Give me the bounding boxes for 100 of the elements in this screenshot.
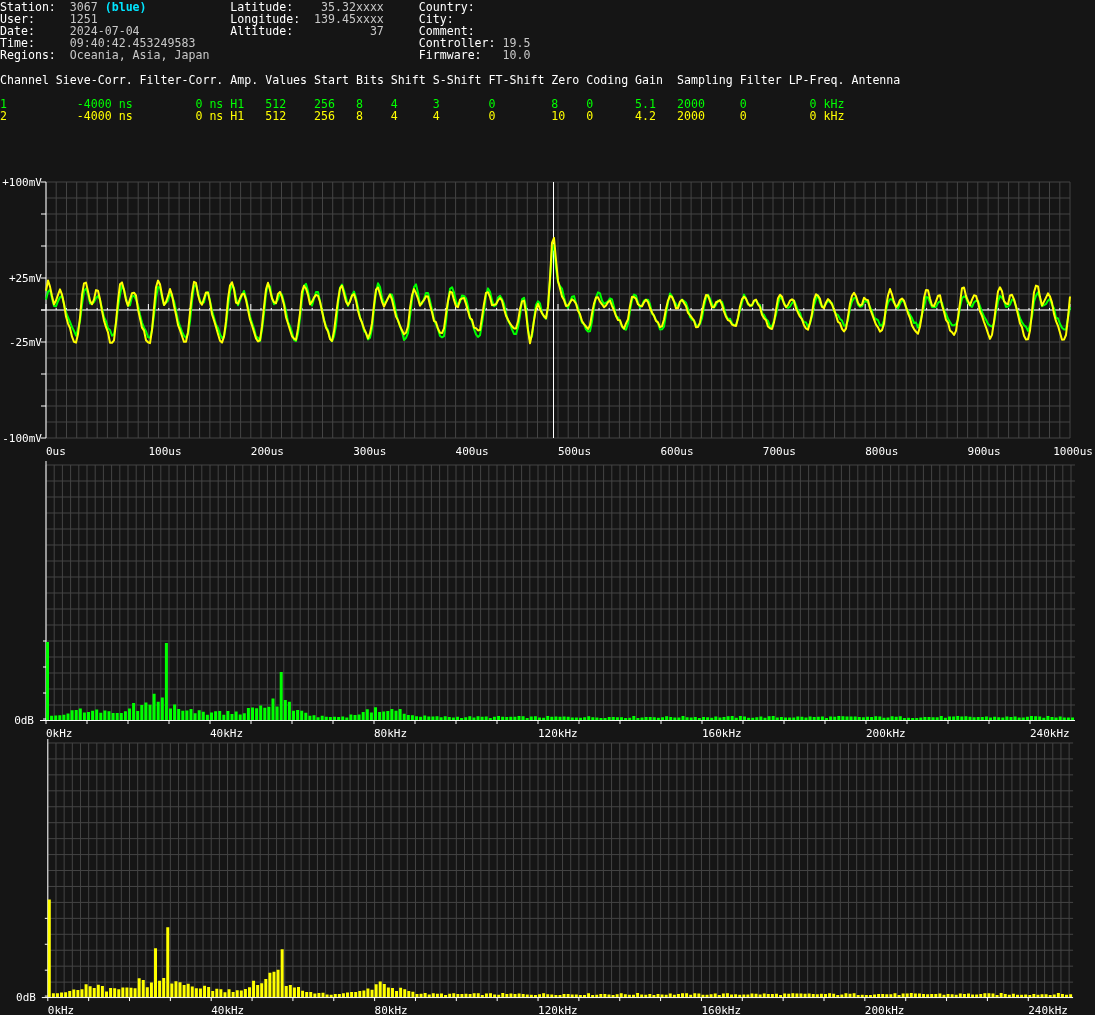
info-label: City: <box>418 13 454 25</box>
table-cell: 0 <box>586 97 594 111</box>
table-cell: 256 <box>314 109 335 123</box>
table-cell: 8 <box>551 97 559 111</box>
table-cell: 4 <box>390 109 398 123</box>
axis-label: 120kHz <box>538 727 578 739</box>
axis-label: 500us <box>558 445 592 458</box>
axis-label: 400us <box>455 445 489 458</box>
axis-label: 0dB <box>14 714 34 727</box>
column-header: Filter-Corr. <box>139 74 225 86</box>
info-label: Station: <box>0 1 57 13</box>
axis-label: 0us <box>46 445 66 458</box>
axis-label: 240kHz <box>1030 727 1070 739</box>
info-label: User: <box>0 13 36 25</box>
axis-label: 300us <box>353 445 387 458</box>
info-label: Altitude: <box>230 25 294 37</box>
table-cell: 0 <box>739 97 747 111</box>
axis-label: 900us <box>967 445 1001 458</box>
table-cell: 0 <box>488 97 496 111</box>
table-cell: 2 <box>0 109 7 123</box>
column-header: Zero <box>551 74 581 86</box>
column-header: Coding <box>586 74 630 86</box>
axis-label: 700us <box>762 445 796 458</box>
info-label: Regions: <box>0 49 57 61</box>
info-label: Latitude: <box>230 1 295 13</box>
table-cell: H1 <box>230 109 245 123</box>
column-header: Shift <box>390 74 427 86</box>
axis-label: 160kHz <box>701 1004 741 1015</box>
table-cell: 0 <box>586 109 594 123</box>
column-header: Sampling <box>676 74 734 86</box>
column-header: Values <box>265 74 309 86</box>
axis-label: 0kHz <box>46 727 73 739</box>
axis-label: 120kHz <box>538 1004 578 1015</box>
axis-label: +100mV <box>2 176 42 189</box>
table-cell: 4.2 <box>635 109 657 123</box>
table-cell: 8 <box>355 97 363 111</box>
info-label: Controller: <box>418 37 497 49</box>
table-cell: 0 <box>739 109 747 123</box>
table-cell: 0 ns <box>195 109 224 123</box>
info-value: 35.32xxxx <box>320 1 384 13</box>
column-header: Bits <box>355 74 385 86</box>
table-cell: 3 <box>432 97 440 111</box>
info-value: Oceania, Asia, Japan <box>69 49 210 61</box>
table-cell: 0 kHz <box>809 97 845 111</box>
info-label: Longitude: <box>230 13 302 25</box>
axis-label: 0kHz <box>47 1004 75 1015</box>
table-cell: 512 <box>265 109 287 123</box>
column-header: LP-Freq. <box>788 74 846 86</box>
info-label: Firmware: <box>418 49 483 61</box>
column-header: Channel <box>0 74 50 86</box>
column-header: S-Shift <box>432 74 483 86</box>
axis-label: +25mV <box>8 272 42 285</box>
info-label: Country: <box>418 1 476 13</box>
info-value: 19.5 <box>502 37 531 49</box>
axis-label: 160kHz <box>702 727 742 739</box>
table-cell: 0 kHz <box>809 109 845 123</box>
axis-label: 80kHz <box>374 727 408 739</box>
table-cell: 8 <box>355 109 363 123</box>
table-cell: 256 <box>314 97 335 111</box>
table-cell: H1 <box>230 97 245 111</box>
table-cell: 2000 <box>676 109 705 123</box>
info-value: 3067 <box>69 1 98 13</box>
table-cell: 4 <box>432 109 440 123</box>
axis-label: 1000us <box>1053 445 1093 458</box>
axis-label: 100us <box>148 445 182 458</box>
axis-label: 200kHz <box>864 1004 905 1015</box>
info-value: 1251 <box>69 13 98 25</box>
info-label: Date: <box>0 25 36 37</box>
info-value: 09:40:42.453249583 <box>69 37 196 49</box>
info-value: 139.45xxxx <box>313 13 384 25</box>
axis-label: -100mV <box>2 432 42 445</box>
table-cell: 0 ns <box>195 97 224 111</box>
table-cell: 1 <box>0 97 7 111</box>
column-header: Amp. <box>230 74 260 86</box>
table-cell: 4 <box>390 97 398 111</box>
axis-label: 40kHz <box>211 1004 245 1015</box>
axis-label: 240kHz <box>1028 1004 1068 1015</box>
info-value: 10.0 <box>502 49 531 61</box>
table-cell: 512 <box>265 97 287 111</box>
axis-label: 600us <box>660 445 694 458</box>
axis-label: 800us <box>865 445 899 458</box>
column-header: Gain <box>635 74 664 86</box>
axis-label: 80kHz <box>374 1004 408 1015</box>
station-color-label: (blue) <box>104 1 147 13</box>
table-cell: 0 <box>488 109 496 123</box>
axis-label: 0dB <box>16 991 36 1005</box>
column-header: Filter <box>739 74 783 86</box>
column-header: Start <box>314 74 350 86</box>
table-cell: -4000 ns <box>76 109 133 123</box>
axis-label: 40kHz <box>210 727 244 739</box>
table-cell: -4000 ns <box>76 97 133 111</box>
axis-label: 200kHz <box>866 727 906 739</box>
table-cell: 2000 <box>676 97 705 111</box>
axis-label: 200us <box>250 445 284 458</box>
table-cell: 5.1 <box>635 97 657 111</box>
info-value: 2024-07-04 <box>69 25 140 37</box>
column-header: FT-Shift <box>488 74 546 86</box>
info-label: Time: <box>0 37 36 49</box>
table-cell: 10 <box>551 109 566 123</box>
info-value: 37 <box>368 25 384 37</box>
